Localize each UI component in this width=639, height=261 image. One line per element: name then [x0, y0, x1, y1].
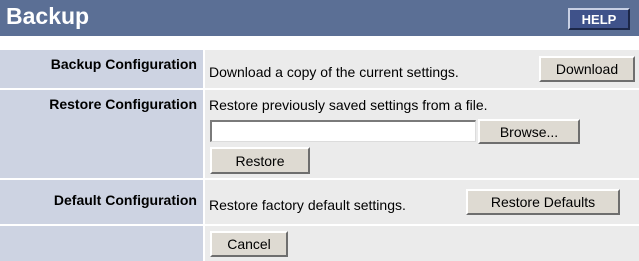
- backup-configuration-label: Backup Configuration: [50, 56, 197, 72]
- backup-configuration-label-cell: Backup Configuration: [0, 50, 203, 88]
- page-title: Backup: [6, 3, 90, 29]
- page-header: Backup HELP: [0, 0, 639, 36]
- browse-button[interactable]: Browse...: [478, 119, 580, 144]
- default-configuration-content: Restore factory default settings. Restor…: [205, 180, 639, 224]
- footer-row: Cancel: [0, 226, 639, 261]
- defaults-description: Restore factory default settings.: [209, 197, 406, 213]
- cancel-button[interactable]: Cancel: [210, 231, 288, 257]
- restore-button[interactable]: Restore: [210, 147, 310, 174]
- restore-configuration-content: Restore previously saved settings from a…: [205, 90, 639, 178]
- default-configuration-label-cell: Default Configuration: [0, 180, 203, 224]
- file-path-input[interactable]: [210, 120, 476, 142]
- default-configuration-row: Default Configuration Restore factory de…: [0, 180, 639, 224]
- help-button[interactable]: HELP: [568, 8, 630, 30]
- footer-content: Cancel: [205, 226, 639, 261]
- default-configuration-label: Default Configuration: [53, 192, 197, 208]
- backup-page: Backup HELP Backup Configuration Downloa…: [0, 0, 639, 261]
- restore-description: Restore previously saved settings from a…: [209, 97, 488, 113]
- restore-configuration-label: Restore Configuration: [49, 96, 197, 112]
- restore-defaults-button[interactable]: Restore Defaults: [466, 189, 620, 215]
- footer-label-cell: [0, 226, 203, 261]
- backup-configuration-row: Backup Configuration Download a copy of …: [0, 50, 639, 88]
- backup-description: Download a copy of the current settings.: [209, 64, 459, 80]
- restore-configuration-row: Restore Configuration Restore previously…: [0, 90, 639, 178]
- download-button[interactable]: Download: [539, 56, 635, 82]
- backup-configuration-content: Download a copy of the current settings.…: [205, 50, 639, 88]
- restore-configuration-label-cell: Restore Configuration: [0, 90, 203, 178]
